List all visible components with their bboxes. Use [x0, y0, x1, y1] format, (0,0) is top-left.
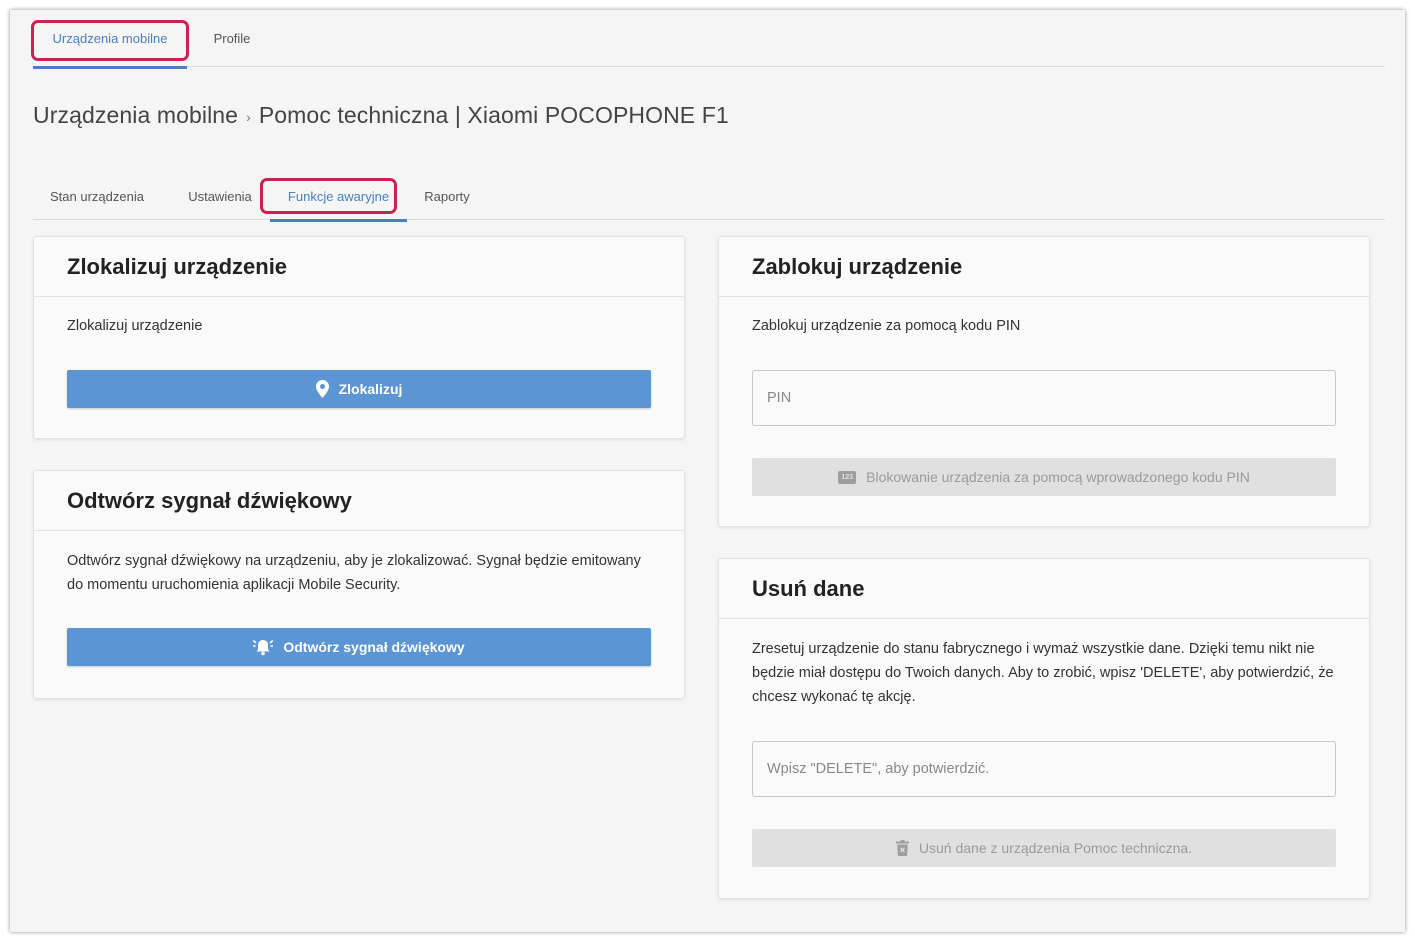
tab-label: Profile — [213, 31, 251, 46]
page-title: Pomoc techniczna | Xiaomi POCOPHONE F1 — [258, 102, 729, 128]
app-window: Urządzenia mobilne Profile Urządzenia mo… — [10, 10, 1405, 932]
wipe-data-card: Usuń dane Zresetuj urządzenie do stanu f… — [718, 558, 1370, 899]
button-label: Blokowanie urządzenia za pomocą wprowadz… — [866, 469, 1250, 485]
card-title: Odtwórz sygnał dźwiękowy — [34, 471, 684, 531]
sub-tab-bar: Stan urządzenia Ustawienia Funkcje awary… — [33, 173, 1385, 222]
tab-label: Funkcje awaryjne — [287, 189, 390, 204]
breadcrumb: Urządzenia mobilne › Pomoc techniczna | … — [33, 102, 729, 129]
card-title: Zlokalizuj urządzenie — [34, 237, 684, 297]
tab-label: Ustawienia — [188, 189, 252, 204]
tab-label: Raporty — [424, 189, 470, 204]
locate-button[interactable]: Zlokalizuj — [67, 370, 651, 408]
button-label: Odtwórz sygnał dźwiękowy — [283, 639, 465, 655]
play-sound-card: Odtwórz sygnał dźwiękowy Odtwórz sygnał … — [33, 470, 685, 699]
wipe-data-button[interactable]: Usuń dane z urządzenia Pomoc techniczna. — [752, 829, 1336, 867]
keypad-icon: 123 — [838, 470, 857, 484]
card-description: Zlokalizuj urządzenie — [67, 318, 203, 334]
breadcrumb-separator: › — [246, 108, 251, 125]
tab-profiles[interactable]: Profile — [199, 10, 265, 67]
map-pin-icon — [315, 380, 329, 398]
button-label: Zlokalizuj — [338, 381, 403, 397]
card-title: Zablokuj urządzenie — [719, 237, 1369, 297]
tab-device-status[interactable]: Stan urządzenia — [33, 173, 161, 220]
lock-device-button[interactable]: 123 Blokowanie urządzenia za pomocą wpro… — [752, 458, 1336, 496]
tab-emergency-functions[interactable]: Funkcje awaryjne — [270, 173, 407, 222]
card-description: Odtwórz sygnał dźwiękowy na urządzeniu, … — [67, 553, 641, 593]
tab-label: Stan urządzenia — [50, 189, 144, 204]
lock-device-card: Zablokuj urządzenie Zablokuj urządzenie … — [718, 236, 1370, 527]
card-description: Zresetuj urządzenie do stanu fabrycznego… — [752, 641, 1334, 705]
top-tab-bar: Urządzenia mobilne Profile — [33, 10, 1385, 69]
pin-input[interactable] — [752, 370, 1336, 426]
delete-confirm-input[interactable] — [752, 741, 1336, 797]
tab-mobile-devices[interactable]: Urządzenia mobilne — [33, 10, 187, 69]
button-label: Usuń dane z urządzenia Pomoc techniczna. — [918, 840, 1193, 856]
tab-label: Urządzenia mobilne — [52, 31, 168, 46]
breadcrumb-root[interactable]: Urządzenia mobilne — [33, 102, 238, 129]
trash-icon — [895, 840, 909, 856]
play-sound-button[interactable]: Odtwórz sygnał dźwiękowy — [67, 628, 651, 666]
locate-device-card: Zlokalizuj urządzenie Zlokalizuj urządze… — [33, 236, 685, 439]
tab-reports[interactable]: Raporty — [415, 173, 479, 220]
card-description: Zablokuj urządzenie za pomocą kodu PIN — [752, 318, 1021, 334]
tab-settings[interactable]: Ustawienia — [171, 173, 269, 220]
alarm-bell-icon — [253, 638, 274, 656]
card-title: Usuń dane — [719, 559, 1369, 619]
